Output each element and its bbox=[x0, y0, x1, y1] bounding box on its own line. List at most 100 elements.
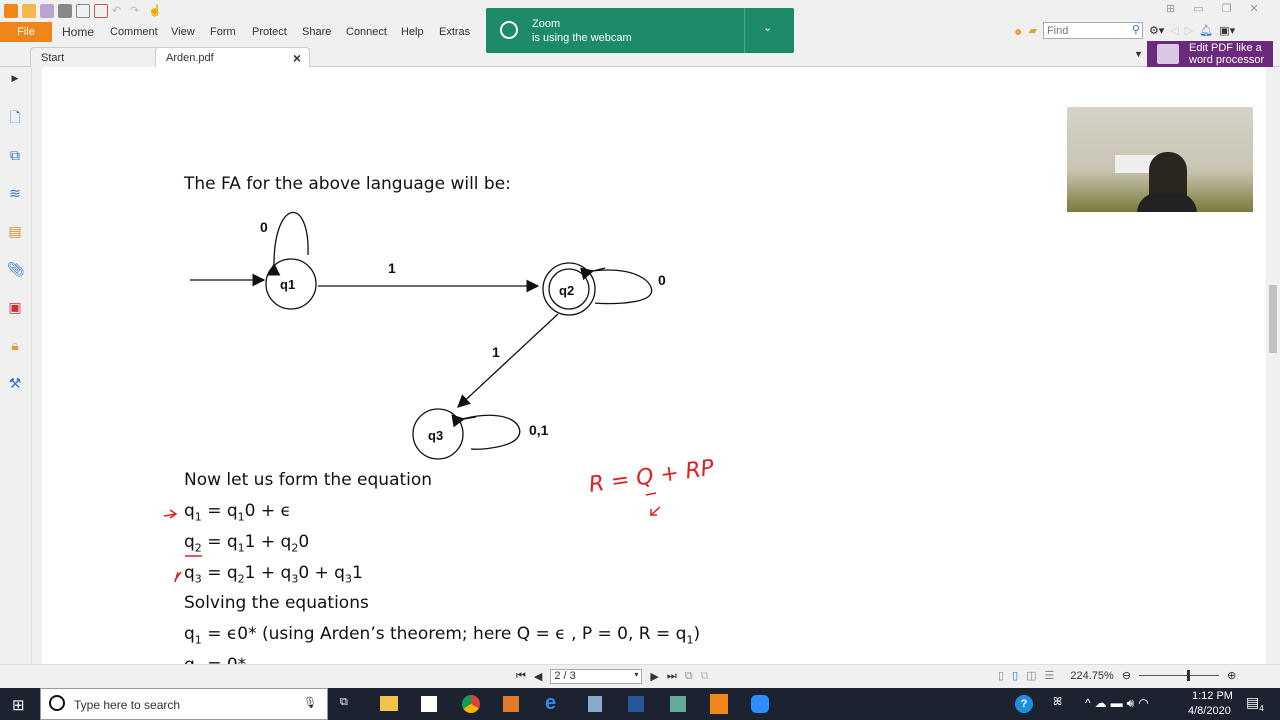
people-icon[interactable]: ꕤ bbox=[1053, 696, 1062, 709]
new-icon[interactable] bbox=[94, 4, 108, 18]
chrome-icon[interactable] bbox=[462, 695, 480, 713]
tab-label: Arden.pdf bbox=[166, 52, 214, 64]
restore-icon[interactable]: ❐ bbox=[1222, 2, 1232, 15]
find-input[interactable] bbox=[1043, 23, 1124, 38]
menu-form[interactable]: Form bbox=[210, 22, 236, 42]
promo-banner[interactable]: Edit PDF like a word processor bbox=[1147, 41, 1273, 67]
folder-search-icon[interactable]: ▰ bbox=[1028, 24, 1036, 37]
signature-icon[interactable]: ▣ bbox=[7, 299, 23, 315]
word-icon[interactable] bbox=[628, 696, 644, 712]
prev-page-icon[interactable]: ◀ bbox=[534, 670, 542, 683]
notification-title: Zoom bbox=[532, 18, 561, 30]
notes-icon[interactable] bbox=[588, 696, 602, 712]
label-q3-loop: 0,1 bbox=[529, 422, 549, 438]
zoom-app-icon[interactable] bbox=[751, 695, 769, 713]
loop-q1 bbox=[267, 211, 309, 276]
prev-icon[interactable]: ◁ bbox=[1170, 24, 1178, 37]
hand-tool-icon[interactable]: ☝ bbox=[148, 4, 162, 18]
lock-icon[interactable]: 🔒︎ bbox=[7, 337, 23, 353]
clock-time[interactable]: 1:12 PM bbox=[1192, 690, 1233, 702]
tab-arden-pdf[interactable]: Arden.pdf × bbox=[155, 47, 310, 67]
open-icon[interactable] bbox=[22, 4, 36, 18]
windows-start-icon[interactable]: ⊞ bbox=[12, 696, 25, 714]
notification-center-icon[interactable]: ▤4 bbox=[1246, 694, 1264, 713]
expand-icon[interactable]: ▶ bbox=[7, 70, 23, 86]
rotate-icon[interactable]: ⧉ bbox=[685, 670, 693, 683]
help-icon[interactable]: ? bbox=[1015, 695, 1033, 713]
email-icon[interactable] bbox=[76, 4, 90, 18]
page-icon[interactable]: 🗋︎ bbox=[7, 109, 23, 125]
taskbar-search[interactable]: Type here to search 🎙︎ bbox=[40, 688, 328, 720]
menu-connect[interactable]: Connect bbox=[346, 22, 387, 42]
menu-help[interactable]: Help bbox=[401, 22, 424, 42]
label-q1-q2: 1 bbox=[388, 260, 396, 276]
menu-home[interactable]: Home bbox=[62, 22, 94, 42]
zoom-slider[interactable] bbox=[1139, 670, 1220, 681]
form-equation-text: Now let us form the equation bbox=[184, 470, 433, 490]
heart-icon[interactable]: ● bbox=[1014, 23, 1022, 39]
attachment-icon[interactable]: 📎︎ bbox=[7, 261, 25, 277]
page-number-input[interactable]: 2 / 3 ▾ bbox=[550, 669, 643, 684]
facing-icon[interactable]: ◫ bbox=[1026, 669, 1036, 682]
menu-comment[interactable]: Comment bbox=[110, 22, 158, 42]
dropdown-icon[interactable]: ▼ bbox=[1134, 49, 1143, 59]
user-icon[interactable]: ▣▾ bbox=[1219, 24, 1235, 37]
last-page-icon[interactable]: ⏭ bbox=[667, 670, 677, 683]
state-q1-label: q1 bbox=[280, 277, 295, 292]
redo-icon[interactable]: ↷ bbox=[130, 4, 144, 18]
label-q2-loop: 0 bbox=[658, 272, 666, 288]
zoom-out-icon[interactable]: ⊖ bbox=[1122, 669, 1131, 682]
menu-protect[interactable]: Protect bbox=[252, 22, 287, 42]
app-logo-icon bbox=[4, 4, 18, 18]
menu-view[interactable]: View bbox=[171, 22, 195, 42]
find-box[interactable]: ⚲ bbox=[1042, 22, 1143, 39]
zoom-in-icon[interactable]: ⊕ bbox=[1227, 669, 1236, 682]
microphone-icon[interactable]: 🎙︎ bbox=[303, 696, 317, 709]
task-view-icon[interactable]: ⧉ bbox=[340, 696, 348, 709]
clock-date[interactable]: 4/8/2020 bbox=[1188, 705, 1231, 717]
save-icon[interactable] bbox=[40, 4, 54, 18]
scrollbar-thumb[interactable] bbox=[1269, 285, 1277, 353]
solving-text: Solving the equations bbox=[184, 593, 369, 613]
menu-extras[interactable]: Extras bbox=[439, 22, 470, 42]
cortana-icon bbox=[49, 695, 65, 711]
next-page-icon[interactable]: ▶ bbox=[650, 670, 658, 683]
next-icon[interactable]: ▷ bbox=[1185, 24, 1193, 37]
fit-icon[interactable]: ⧉ bbox=[701, 670, 709, 683]
settings-icon[interactable]: ⚙▾ bbox=[1149, 24, 1164, 37]
media-player-icon[interactable] bbox=[503, 696, 519, 712]
notification-count: 4 bbox=[1259, 703, 1264, 713]
first-page-icon[interactable]: ⏮ bbox=[516, 670, 526, 683]
menu-file[interactable]: File bbox=[0, 22, 52, 42]
zoom-webcam-notification[interactable]: Zoom is using the webcam ⌄ bbox=[486, 8, 794, 53]
search-icon[interactable]: ⚲ bbox=[1132, 23, 1140, 36]
undo-icon[interactable]: ↶ bbox=[112, 4, 126, 18]
search-tool-icon[interactable]: ⚒ bbox=[7, 375, 23, 391]
zoom-level[interactable]: 224.75% bbox=[1070, 670, 1113, 682]
photos-icon[interactable] bbox=[670, 696, 686, 712]
continuous-facing-icon[interactable]: ☰ bbox=[1045, 669, 1055, 682]
chevron-down-icon[interactable]: ⌄ bbox=[763, 21, 772, 34]
single-page-icon[interactable]: ▯ bbox=[998, 669, 1004, 682]
store-icon[interactable] bbox=[421, 696, 437, 712]
continuous-icon[interactable]: ▯ bbox=[1012, 669, 1018, 682]
file-explorer-icon[interactable] bbox=[380, 696, 398, 711]
menu-share[interactable]: Share bbox=[302, 22, 331, 42]
close-tab-icon[interactable]: × bbox=[293, 48, 301, 68]
solution-2: q1 = 0* bbox=[184, 655, 246, 664]
layers-icon[interactable]: ≋ bbox=[7, 185, 23, 201]
webcam-icon bbox=[500, 21, 518, 39]
tray-icons[interactable]: ^☁▬🔊︎◠ bbox=[1085, 696, 1153, 711]
bell-icon[interactable]: 🔔︎ bbox=[1199, 24, 1213, 37]
edge-q2-q3 bbox=[457, 313, 559, 408]
vertical-scrollbar[interactable] bbox=[1266, 67, 1280, 664]
minimize-icon[interactable]: ▭ bbox=[1193, 2, 1203, 15]
pages-icon[interactable]: ⧉ bbox=[7, 147, 23, 163]
print-icon[interactable] bbox=[58, 4, 72, 18]
edge-icon[interactable]: e bbox=[545, 692, 556, 715]
close-window-icon[interactable]: ✕ bbox=[1250, 2, 1259, 15]
comments-icon[interactable]: ▤ bbox=[7, 223, 23, 239]
foxit-icon[interactable] bbox=[710, 694, 728, 714]
layout-icon[interactable]: ⊞ bbox=[1166, 2, 1175, 15]
tab-start[interactable]: Start bbox=[30, 47, 160, 67]
